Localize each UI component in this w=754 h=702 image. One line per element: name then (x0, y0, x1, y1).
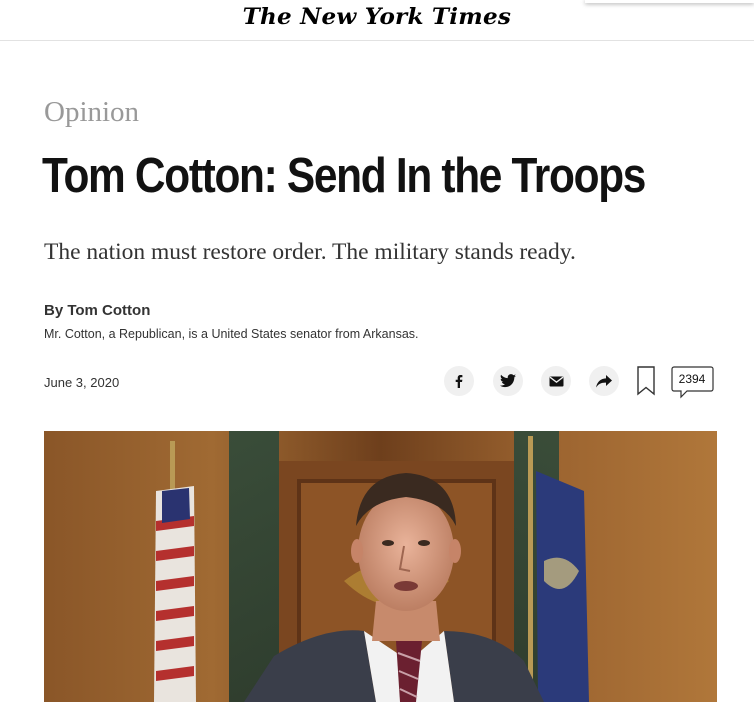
comments-button[interactable]: 2394 (671, 366, 715, 400)
byline[interactable]: By Tom Cotton (44, 302, 150, 320)
lead-photo (44, 431, 717, 702)
article-headline: Tom Cotton: Send In the Troops (42, 149, 646, 203)
share-icon (596, 374, 612, 387)
comment-count: 2394 (678, 372, 706, 386)
article-summary: The nation must restore order. The milit… (44, 239, 576, 265)
save-article-button[interactable] (636, 366, 656, 396)
author-bio: Mr. Cotton, a Republican, is a United St… (44, 327, 419, 341)
facebook-share-button[interactable] (444, 366, 474, 396)
twitter-icon (500, 374, 516, 388)
nyt-logo[interactable]: The New York Times (243, 4, 511, 30)
section-kicker[interactable]: Opinion (44, 94, 139, 130)
publish-date: June 3, 2020 (44, 375, 120, 390)
email-share-button[interactable] (541, 366, 571, 396)
bookmark-icon (637, 366, 655, 396)
twitter-share-button[interactable] (493, 366, 523, 396)
overlay-edge (585, 0, 754, 3)
email-icon (549, 376, 563, 386)
more-share-button[interactable] (589, 366, 619, 396)
masthead: The New York Times (0, 0, 754, 41)
senator-portrait-image (44, 431, 717, 702)
facebook-icon (455, 375, 463, 388)
